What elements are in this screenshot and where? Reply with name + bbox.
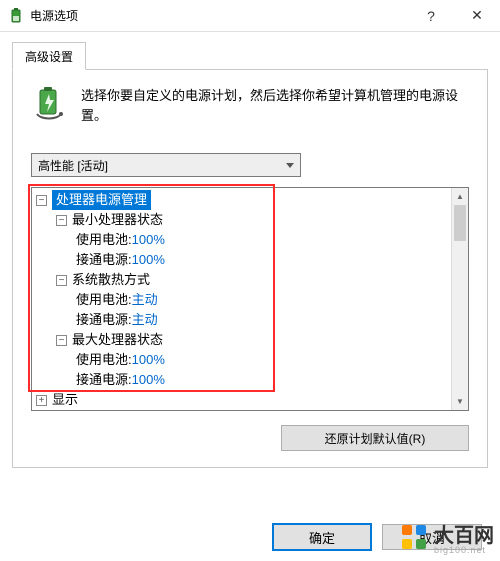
power-options-dialog: 电源选项 ? ✕ 高级设置 选择你要自定义的电源计划，然后选择你希望计算机管理的…: [0, 0, 500, 561]
plan-select-value: 高性能 [活动]: [38, 157, 108, 174]
ok-label: 确定: [309, 528, 335, 547]
watermark-text: 大百网 big100.net: [434, 519, 494, 555]
tree-row[interactable]: 接通电源: 100%: [32, 370, 451, 390]
tree-node-label: 显示: [52, 390, 78, 410]
scroll-thumb[interactable]: [454, 205, 466, 241]
tab-panel: 选择你要自定义的电源计划，然后选择你希望计算机管理的电源设置。 高性能 [活动]…: [12, 70, 488, 468]
row-label: 使用电池: [76, 290, 128, 310]
settings-tree[interactable]: − 处理器电源管理 − 最小处理器状态 使用电池: 100% 接通电源: 100…: [31, 187, 469, 411]
collapse-icon[interactable]: −: [36, 195, 47, 206]
ok-button[interactable]: 确定: [272, 523, 372, 551]
tree-node-max-processor-state[interactable]: − 最大处理器状态: [32, 330, 451, 350]
tab-label: 高级设置: [25, 48, 73, 65]
tree-node-display[interactable]: + 显示: [32, 390, 451, 410]
settings-tree-wrap: − 处理器电源管理 − 最小处理器状态 使用电池: 100% 接通电源: 100…: [31, 187, 469, 411]
collapse-icon[interactable]: −: [56, 335, 67, 346]
row-label: 使用电池: [76, 350, 128, 370]
close-button[interactable]: ✕: [454, 0, 500, 32]
instruction-text: 选择你要自定义的电源计划，然后选择你希望计算机管理的电源设置。: [81, 86, 469, 125]
row-value: 100%: [132, 370, 165, 390]
row-label: 接通电源: [76, 370, 128, 390]
tree-node-label: 处理器电源管理: [52, 190, 151, 210]
row-label: 接通电源: [76, 250, 128, 270]
scroll-up-icon[interactable]: ▲: [452, 188, 468, 205]
app-icon: [8, 8, 24, 24]
row-value: 主动: [132, 290, 158, 310]
tree-node-label: 系统散热方式: [72, 270, 150, 290]
tree-node-label: 最大处理器状态: [72, 330, 163, 350]
tree-row[interactable]: 接通电源: 100%: [32, 250, 451, 270]
tree-row[interactable]: 接通电源: 主动: [32, 310, 451, 330]
tree-content: − 处理器电源管理 − 最小处理器状态 使用电池: 100% 接通电源: 100…: [32, 188, 451, 410]
collapse-icon[interactable]: −: [56, 275, 67, 286]
titlebar: 电源选项 ? ✕: [0, 0, 500, 32]
watermark-sub: big100.net: [434, 546, 494, 555]
row-value: 100%: [132, 230, 165, 250]
row-label: 接通电源: [76, 310, 128, 330]
expand-icon[interactable]: +: [36, 395, 47, 406]
help-button[interactable]: ?: [408, 0, 454, 32]
power-plan-icon: [31, 86, 67, 122]
tree-row[interactable]: 使用电池: 100%: [32, 350, 451, 370]
tab-strip: 高级设置: [12, 42, 488, 70]
instruction-row: 选择你要自定义的电源计划，然后选择你希望计算机管理的电源设置。: [31, 86, 469, 125]
collapse-icon[interactable]: −: [56, 215, 67, 226]
watermark: 大百网 big100.net: [400, 519, 494, 555]
tree-node-min-processor-state[interactable]: − 最小处理器状态: [32, 210, 451, 230]
restore-defaults-label: 还原计划默认值(R): [325, 430, 426, 447]
tree-scrollbar[interactable]: ▲ ▼: [451, 188, 468, 410]
watermark-logo-icon: [400, 523, 428, 551]
plan-select[interactable]: 高性能 [活动]: [31, 153, 301, 177]
window-title: 电源选项: [30, 7, 408, 24]
scroll-down-icon[interactable]: ▼: [452, 393, 468, 410]
tree-row[interactable]: 使用电池: 100%: [32, 230, 451, 250]
tree-node-label: 最小处理器状态: [72, 210, 163, 230]
watermark-name: 大百网: [434, 525, 494, 547]
tree-row[interactable]: 使用电池: 主动: [32, 290, 451, 310]
tree-node-processor-power-management[interactable]: − 处理器电源管理: [32, 190, 451, 210]
row-value: 100%: [132, 350, 165, 370]
row-value: 主动: [132, 310, 158, 330]
restore-row: 还原计划默认值(R): [31, 425, 469, 451]
tab-advanced-settings[interactable]: 高级设置: [12, 42, 86, 70]
row-value: 100%: [132, 250, 165, 270]
row-label: 使用电池: [76, 230, 128, 250]
tree-node-cooling-policy[interactable]: − 系统散热方式: [32, 270, 451, 290]
plan-selector-row: 高性能 [活动]: [31, 153, 469, 177]
restore-defaults-button[interactable]: 还原计划默认值(R): [281, 425, 469, 451]
